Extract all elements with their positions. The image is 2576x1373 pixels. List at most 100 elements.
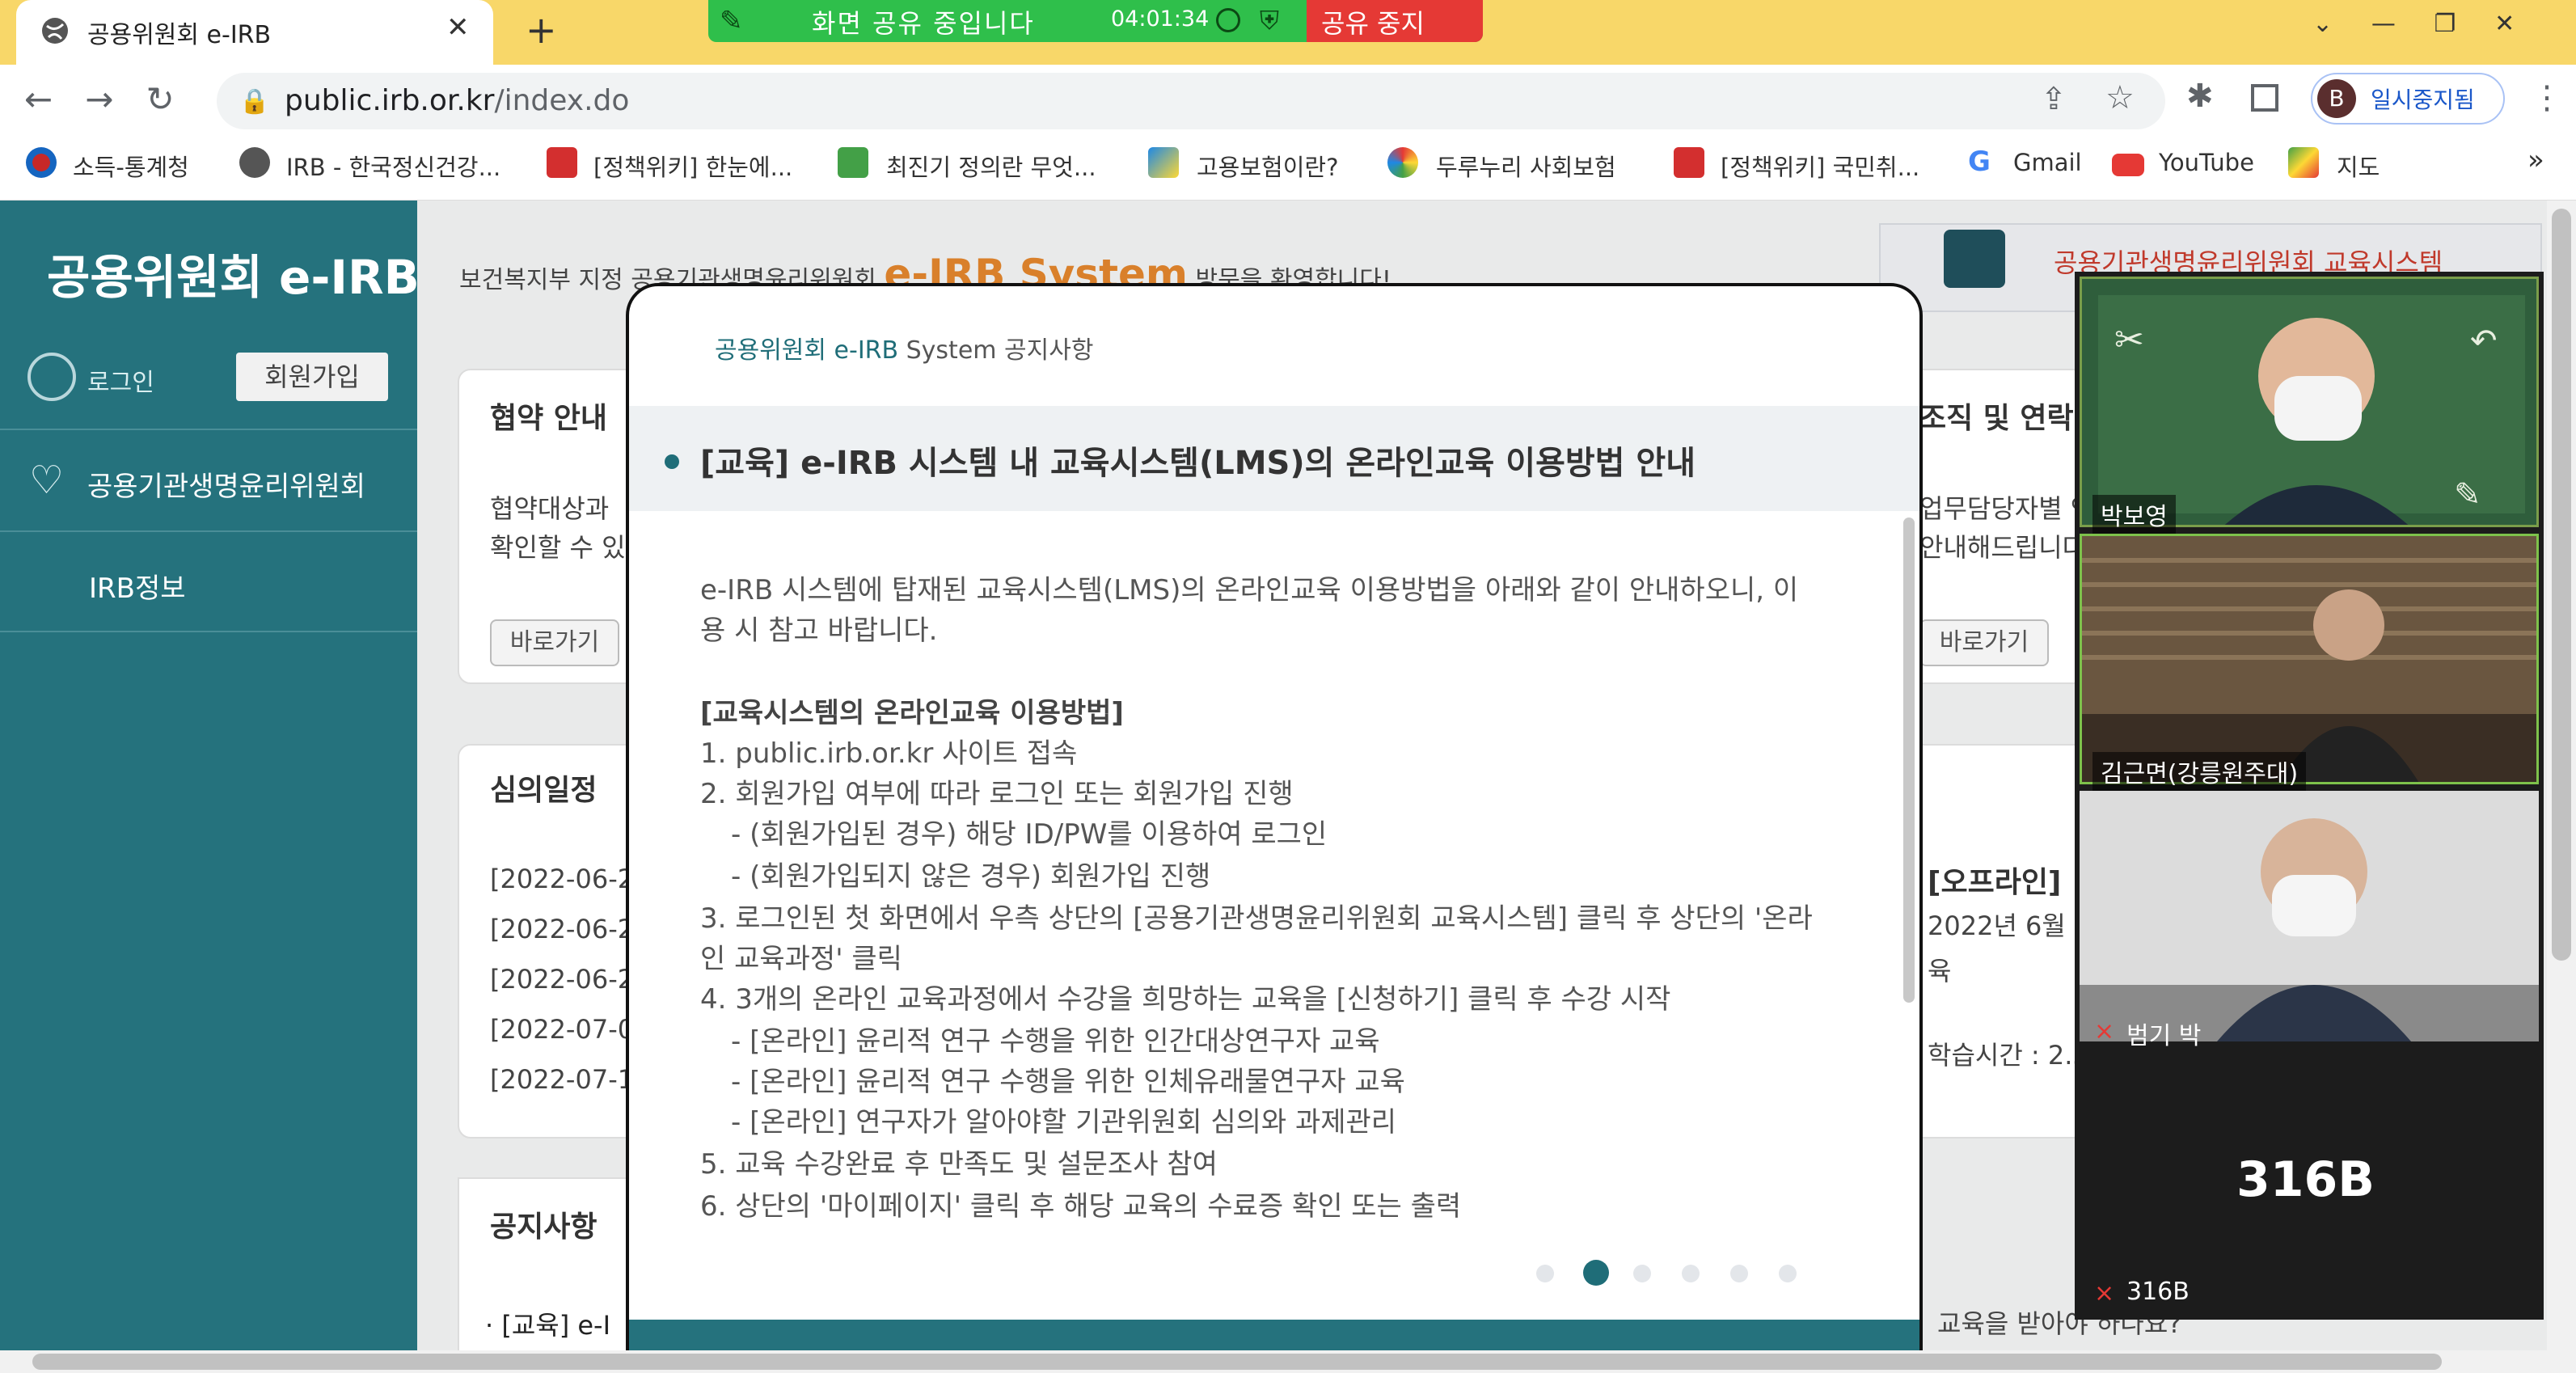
share-pin-icon[interactable]: ✎ <box>720 5 743 37</box>
document-icon <box>1944 230 2005 288</box>
schedule-title: 심의일정 <box>490 774 598 807</box>
heart-hand-icon: ♡ <box>29 458 65 503</box>
schedule-row[interactable]: [2022-07-1 <box>490 1064 634 1095</box>
reload-icon[interactable]: ↻ <box>146 79 175 119</box>
url-text[interactable]: public.irb.or.kr/index.do <box>285 84 629 117</box>
modal-text: - [온라인] 연구자가 알아야할 기관위원회 심의와 과제관리 <box>731 1106 1397 1139</box>
url-path: /index.do <box>494 84 630 117</box>
modal-scrollbar[interactable] <box>1903 518 1915 1003</box>
modal-text: e-IRB 시스템에 탑재된 교육시스템(LMS)의 온라인교육 이용방법을 아… <box>700 574 1799 606</box>
bookmark-item[interactable]: 소득-통계청 <box>73 149 189 183</box>
schedule-row[interactable]: [2022-06-2 <box>490 964 634 995</box>
bookmark-item[interactable]: 두루누리 사회보험 <box>1436 149 1616 183</box>
agreement-title: 협약 안내 <box>490 402 608 435</box>
sidebar-divider <box>0 530 417 532</box>
notice-item[interactable]: · [교육] e-I <box>485 1305 610 1342</box>
page-scroll-thumb[interactable] <box>2552 209 2571 961</box>
modal-title: [교육] e-IRB 시스템 내 교육시스템(LMS)의 온라인교육 이용방법 … <box>700 445 1696 482</box>
pagination-dot-active[interactable] <box>1583 1260 1609 1286</box>
avatar: B <box>2317 79 2356 118</box>
profile-status: 일시중지됨 <box>2371 87 2475 113</box>
login-link[interactable]: 로그인 <box>87 362 154 398</box>
modal-header-brand: 공용위원회 e-IRB <box>715 336 899 365</box>
pagination-dot[interactable] <box>1536 1265 1554 1282</box>
share-status-text: 화면 공유 중입니다 <box>812 8 1035 39</box>
menu-icon[interactable]: ⋮ <box>2531 79 2563 116</box>
participant-name: 김근면(강릉원주대) <box>2092 752 2307 791</box>
offline-title: [오프라인] <box>1928 866 2062 899</box>
participant-video: ✂ ↶ ✎ <box>2082 279 2536 525</box>
tab-close-button[interactable]: ✕ <box>446 11 470 44</box>
more-bookmarks-button[interactable]: » <box>2527 144 2544 176</box>
bookmark-item[interactable]: Gmail <box>2013 149 2082 176</box>
sidebar-item-committee[interactable]: 공용기관생명윤리위원회 <box>87 464 365 504</box>
youtube-icon <box>2112 154 2144 176</box>
schedule-row[interactable]: [2022-06-2 <box>490 864 634 894</box>
participant-name: 박보영 <box>2092 495 2176 534</box>
bookmark-item[interactable]: [정책위키] 한눈에... <box>593 149 792 183</box>
pagination-dot[interactable] <box>1633 1265 1651 1282</box>
share-timer: 04:01:34 <box>1111 6 1210 32</box>
window-controls[interactable]: ⌄ — ❐ ✕ <box>2312 10 2515 38</box>
record-icon[interactable] <box>1216 8 1240 32</box>
video-tile[interactable] <box>2080 791 2539 1041</box>
video-tile[interactable] <box>2080 534 2539 784</box>
bookmark-item[interactable]: YouTube <box>2159 149 2254 176</box>
pagination-dot[interactable] <box>1779 1265 1797 1282</box>
schedule-row[interactable]: [2022-07-0 <box>490 1014 634 1045</box>
bookmark-icon <box>547 147 577 178</box>
agreement-go-button[interactable]: 바로가기 <box>490 619 619 666</box>
pagination-dot[interactable] <box>1682 1265 1700 1282</box>
participant-placeholder: 316B <box>2236 1151 2375 1208</box>
forward-icon[interactable]: → <box>85 79 113 119</box>
sidepanel-icon[interactable] <box>2251 84 2278 112</box>
video-tile[interactable]: ✂ ↶ ✎ <box>2080 277 2539 527</box>
shield-icon: ⛨ <box>1260 5 1280 36</box>
horizontal-scroll-thumb[interactable] <box>32 1354 2442 1370</box>
nav-buttons[interactable]: ← → ↻ <box>24 79 175 119</box>
bookmark-icon <box>26 147 57 178</box>
modal-text: 4. 3개의 온라인 교육과정에서 수강을 희망하는 교육을 [신청하기] 클릭… <box>700 983 1671 1016</box>
extensions-icon[interactable]: ✱ <box>2186 78 2214 115</box>
bookmark-item[interactable]: 최진기 정의란 무엇... <box>886 149 1096 183</box>
offline-text: 학습시간 : 2.5 <box>1928 1040 2089 1071</box>
bookmark-icon <box>1387 147 1418 178</box>
share-icon[interactable]: ⇪ <box>2041 81 2067 116</box>
agreement-text: 협약대상과 <box>490 493 610 524</box>
star-icon[interactable]: ☆ <box>2105 79 2135 116</box>
bookmark-item[interactable]: [정책위키] 국민취... <box>1721 149 1919 183</box>
agreement-text: 확인할 수 있 <box>490 532 626 563</box>
pagination-dot[interactable] <box>1730 1265 1748 1282</box>
modal-text: 5. 교육 수강완료 후 만족도 및 설문조사 참여 <box>700 1148 1218 1181</box>
bookmark-item[interactable]: IRB - 한국정신건강... <box>286 149 500 183</box>
site-brand[interactable]: 공용위원회 e-IRB <box>47 239 420 307</box>
join-button[interactable]: 회원가입 <box>236 353 388 401</box>
globe-icon <box>42 18 68 44</box>
sidebar-item-irb-info[interactable]: IRB정보 <box>89 566 186 606</box>
power-icon[interactable] <box>27 353 76 401</box>
modal-text: 인 교육과정' 클릭 <box>700 943 902 975</box>
back-icon[interactable]: ← <box>24 79 53 119</box>
schedule-row[interactable]: [2022-06-2 <box>490 914 634 944</box>
participant-video <box>2082 536 2536 782</box>
modal-section-title: [교육시스템의 온라인교육 이용방법] <box>700 697 1124 729</box>
modal-text: - [온라인] 윤리적 연구 수행을 위한 인간대상연구자 교육 <box>731 1025 1380 1058</box>
url-host: public.irb.or.kr <box>285 84 495 117</box>
modal-header: 공용위원회 e-IRB System 공지사항 <box>715 330 1093 365</box>
modal-text: 2. 회원가입 여부에 따라 로그인 또는 회원가입 진행 <box>700 778 1294 810</box>
modal-header-label: System 공지사항 <box>898 336 1094 365</box>
new-tab-button[interactable]: + <box>526 8 557 52</box>
org-title: 조직 및 연락 <box>1919 402 2074 435</box>
tab-title: 공용위원회 e-IRB <box>87 21 272 49</box>
svg-text:✎: ✎ <box>2454 476 2481 513</box>
modal-text: 3. 로그인된 첫 화면에서 우측 상단의 [공용기관생명윤리위원회 교육시스템… <box>700 902 1813 935</box>
notice-title: 공지사항 <box>490 1210 598 1244</box>
globe-icon <box>239 147 270 178</box>
svg-text:✂: ✂ <box>2114 319 2144 361</box>
bookmark-item[interactable]: 고용보험이란? <box>1197 149 1338 183</box>
modal-text: - [온라인] 윤리적 연구 수행을 위한 인체유래물연구자 교육 <box>731 1066 1405 1098</box>
bookmark-item[interactable]: 지도 <box>2337 149 2380 183</box>
stop-share-label: 공유 중지 <box>1321 8 1425 39</box>
org-go-button[interactable]: 바로가기 <box>1919 619 2049 666</box>
lock-icon[interactable]: 🔒 <box>239 87 269 116</box>
